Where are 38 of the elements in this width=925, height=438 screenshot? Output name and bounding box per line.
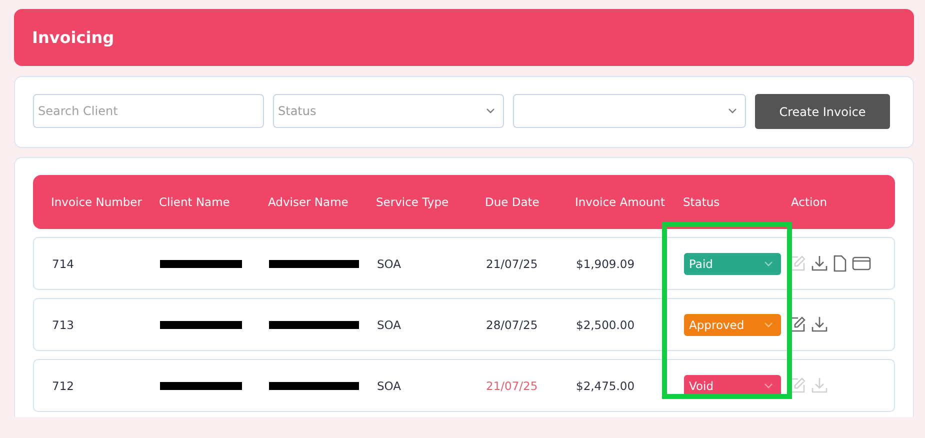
column-header: Action xyxy=(791,195,828,209)
column-header: Invoice Amount xyxy=(575,195,666,209)
column-header: Adviser Name xyxy=(268,195,350,209)
column-header: Due Date xyxy=(485,195,540,209)
table-cell: 712 xyxy=(52,378,74,392)
chevron-icon xyxy=(728,108,737,114)
status-select[interactable]: Approved xyxy=(684,314,781,336)
chevron-icon xyxy=(486,108,495,114)
column-header: Service Type xyxy=(376,195,450,209)
chevron-icon xyxy=(764,382,773,388)
table-cell: SOA xyxy=(377,318,402,332)
column-header: Client Name xyxy=(159,195,231,209)
table-cell: SOA xyxy=(377,378,402,392)
file-icon[interactable] xyxy=(833,255,847,272)
chevron-icon xyxy=(764,260,773,266)
table-cell: SOA xyxy=(377,256,402,270)
table-cell: $1,909.09 xyxy=(576,256,635,270)
edit-icon[interactable] xyxy=(789,316,806,333)
card-icon[interactable] xyxy=(852,256,871,271)
table-cell: 714 xyxy=(52,256,74,270)
status-select[interactable]: Paid xyxy=(684,252,781,274)
chevron-icon xyxy=(764,322,773,328)
download-icon[interactable] xyxy=(811,316,828,333)
table-cell: 21/07/25 xyxy=(486,378,538,392)
table-cell: 713 xyxy=(52,318,74,332)
table-cell: $2,475.00 xyxy=(576,378,635,392)
download-icon[interactable] xyxy=(811,255,828,272)
select-field[interactable] xyxy=(513,94,746,128)
table-cell: 28/07/25 xyxy=(486,318,538,332)
status-select[interactable]: Status xyxy=(273,94,504,128)
status-select[interactable]: Void xyxy=(684,374,781,396)
table-cell: 21/07/25 xyxy=(486,256,538,270)
create-invoice-button[interactable]: Create Invoice xyxy=(755,94,890,129)
column-header: Invoice Number xyxy=(51,195,143,209)
search-field[interactable]: Search Client xyxy=(33,94,264,128)
page-title: Invoicing xyxy=(32,28,114,47)
table-cell: $2,500.00 xyxy=(576,318,635,332)
column-header: Status xyxy=(683,195,721,209)
